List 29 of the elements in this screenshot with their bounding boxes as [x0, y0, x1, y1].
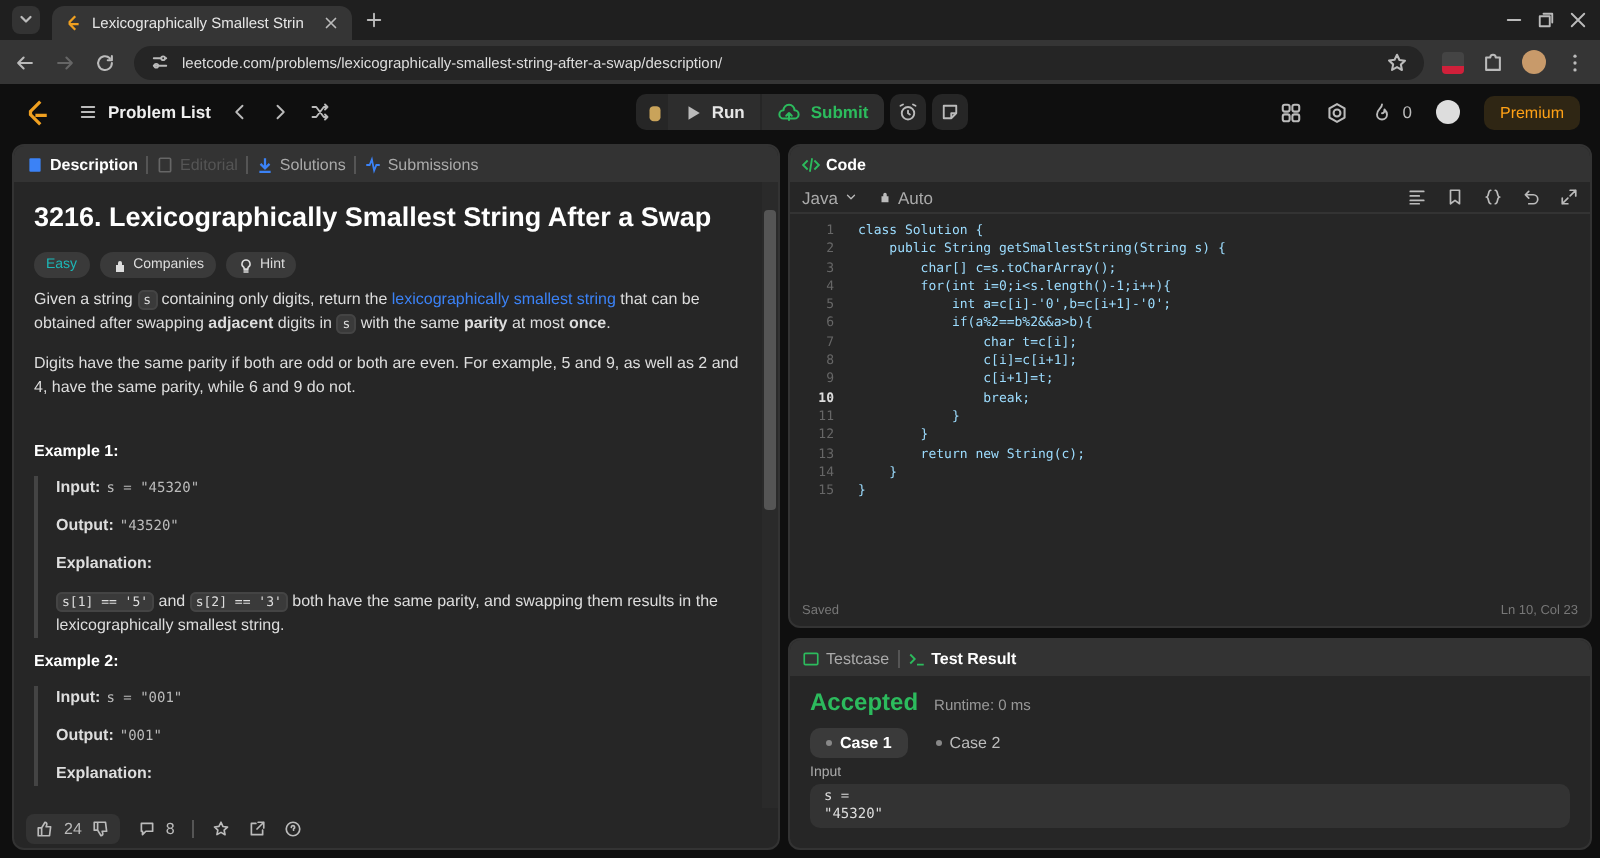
language-dropdown[interactable]: Java [802, 187, 858, 207]
panel-tab[interactable]: Test Result [907, 649, 1017, 667]
submit-button[interactable]: Submit [762, 94, 885, 130]
input-label: Input: [56, 686, 101, 710]
output-label: Output: [56, 724, 114, 748]
panel-tab[interactable]: Solutions [255, 155, 346, 173]
problem-title: 3216. Lexicographically Smallest String After a Swap [34, 200, 714, 234]
input-label: Input: [56, 476, 101, 500]
link[interactable]: lexicographically smallest string [391, 290, 616, 308]
mode-toggle[interactable]: Auto [877, 187, 933, 207]
panel-tab[interactable]: Testcase [802, 649, 890, 667]
panel-tab[interactable]: Description [26, 155, 139, 173]
output-label: Output: [56, 514, 114, 538]
verdict-text: Accepted [810, 688, 919, 716]
panel-tab[interactable]: Submissions [363, 155, 479, 173]
description-paragraph: Digits have the same parity if both are odd or both are even. For example, 5 and 9, as well as 2 and 4, have the same parity, while 6 and 9 do not. [34, 352, 741, 400]
run-button[interactable]: Run [667, 94, 761, 130]
example-heading: Example 1: [34, 440, 121, 464]
problem-list-button[interactable]: Problem List [78, 102, 211, 122]
example-heading: Example 2: [34, 650, 121, 674]
case-tab[interactable]: Case 1 [810, 728, 908, 758]
panel-tab[interactable]: Code [802, 155, 866, 173]
like-button[interactable]: 24 [36, 819, 82, 837]
explanation-label: Explanation: [56, 762, 155, 786]
case-tab[interactable]: Case 2 [919, 728, 1017, 758]
explanation-label: Explanation: [56, 552, 155, 576]
premium-button[interactable]: Premium [1483, 95, 1580, 129]
streak-counter[interactable]: 0 [1372, 102, 1412, 122]
comments-button[interactable]: 8 [137, 819, 175, 837]
